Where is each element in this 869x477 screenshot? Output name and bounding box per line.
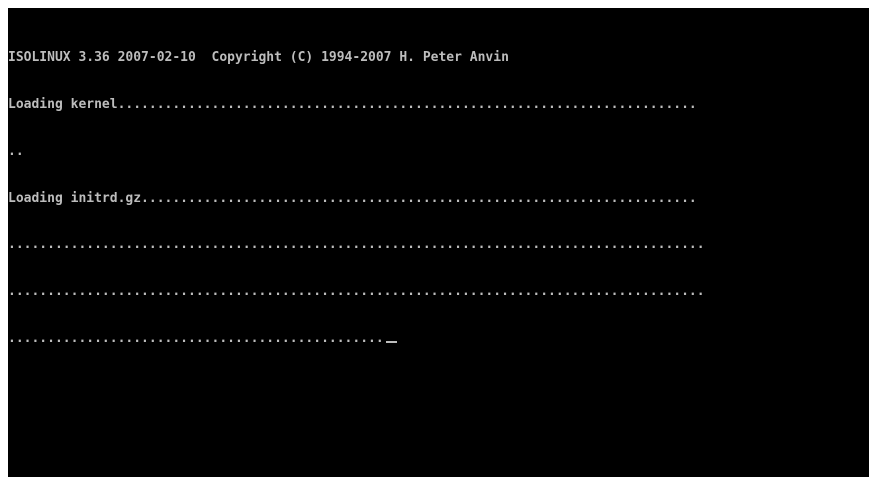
console-line-initrd-progress-3-text: ........................................… [8,330,384,346]
console-line-initrd-progress-2: ........................................… [8,284,705,300]
console-line-kernel-progress: .. [8,143,24,159]
boot-console: ISOLINUX 3.36 2007-02-10 Copyright (C) 1… [8,19,869,378]
console-line-loading-kernel: Loading kernel..........................… [8,96,697,112]
console-screen: ISOLINUX 3.36 2007-02-10 Copyright (C) 1… [8,8,869,477]
console-line-loading-initrd: Loading initrd.gz.......................… [8,190,697,206]
text-cursor [385,340,397,343]
console-line-initrd-progress-1: ........................................… [8,237,705,253]
console-line-initrd-progress-3: ........................................… [8,331,869,347]
console-line-banner: ISOLINUX 3.36 2007-02-10 Copyright (C) 1… [8,50,509,66]
